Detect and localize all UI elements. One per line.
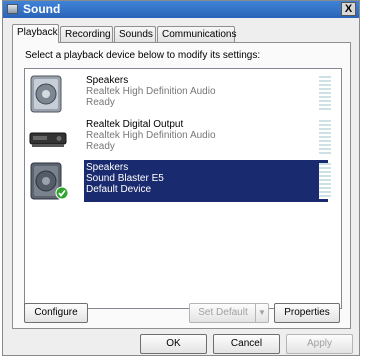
device-name: Realtek Digital Output [86,119,184,130]
device-driver: Sound Blaster E5 [86,173,164,184]
device-list[interactable]: Speakers Realtek High Definition Audio R… [24,68,342,309]
device-item[interactable]: Speakers Realtek High Definition Audio R… [25,73,341,115]
device-name: Speakers [86,162,129,173]
close-button[interactable]: X [341,2,356,16]
device-name: Speakers [86,75,129,86]
level-meter [319,120,331,156]
tab-communications[interactable]: Communications [157,26,236,42]
device-text: Realtek Digital Output Realtek High Defi… [84,117,328,159]
set-default-label: Set Default [198,307,248,318]
sound-app-icon [7,4,18,14]
window-title: Sound [23,2,61,16]
speakers-default-icon [30,162,69,200]
level-meter [319,76,331,112]
device-status: Default Device [86,184,152,195]
ok-button[interactable]: OK [140,334,207,354]
sound-dialog: Sound X Playback Recording Sounds Commun… [2,0,360,356]
device-item[interactable]: Realtek Digital Output Realtek High Defi… [25,117,341,159]
chevron-down-icon[interactable]: ▼ [255,304,268,322]
properties-button[interactable]: Properties [274,303,340,323]
cancel-button[interactable]: Cancel [213,334,280,354]
device-status: Ready [86,141,115,152]
device-driver: Realtek High Definition Audio [86,86,216,97]
playback-panel: Select a playback device below to modify… [12,42,351,329]
configure-button[interactable]: Configure [24,303,88,323]
device-text: Speakers Realtek High Definition Audio R… [84,73,328,115]
device-driver: Realtek High Definition Audio [86,130,216,141]
tab-recording[interactable]: Recording [60,26,113,42]
device-item-selected[interactable]: Speakers Sound Blaster E5 Default Device [25,159,341,203]
instruction-text: Select a playback device below to modify… [25,50,261,61]
set-default-button[interactable]: Set Default ▼ [189,303,269,323]
level-meter [319,163,331,199]
title-bar[interactable]: Sound X [3,1,359,18]
digital-output-icon [29,132,67,147]
device-status: Ready [86,97,115,108]
speakers-icon [30,75,62,113]
tab-playback[interactable]: Playback [12,24,59,43]
device-text: Speakers Sound Blaster E5 Default Device [83,159,329,203]
tab-sounds[interactable]: Sounds [114,26,156,42]
apply-button[interactable]: Apply [286,334,353,354]
